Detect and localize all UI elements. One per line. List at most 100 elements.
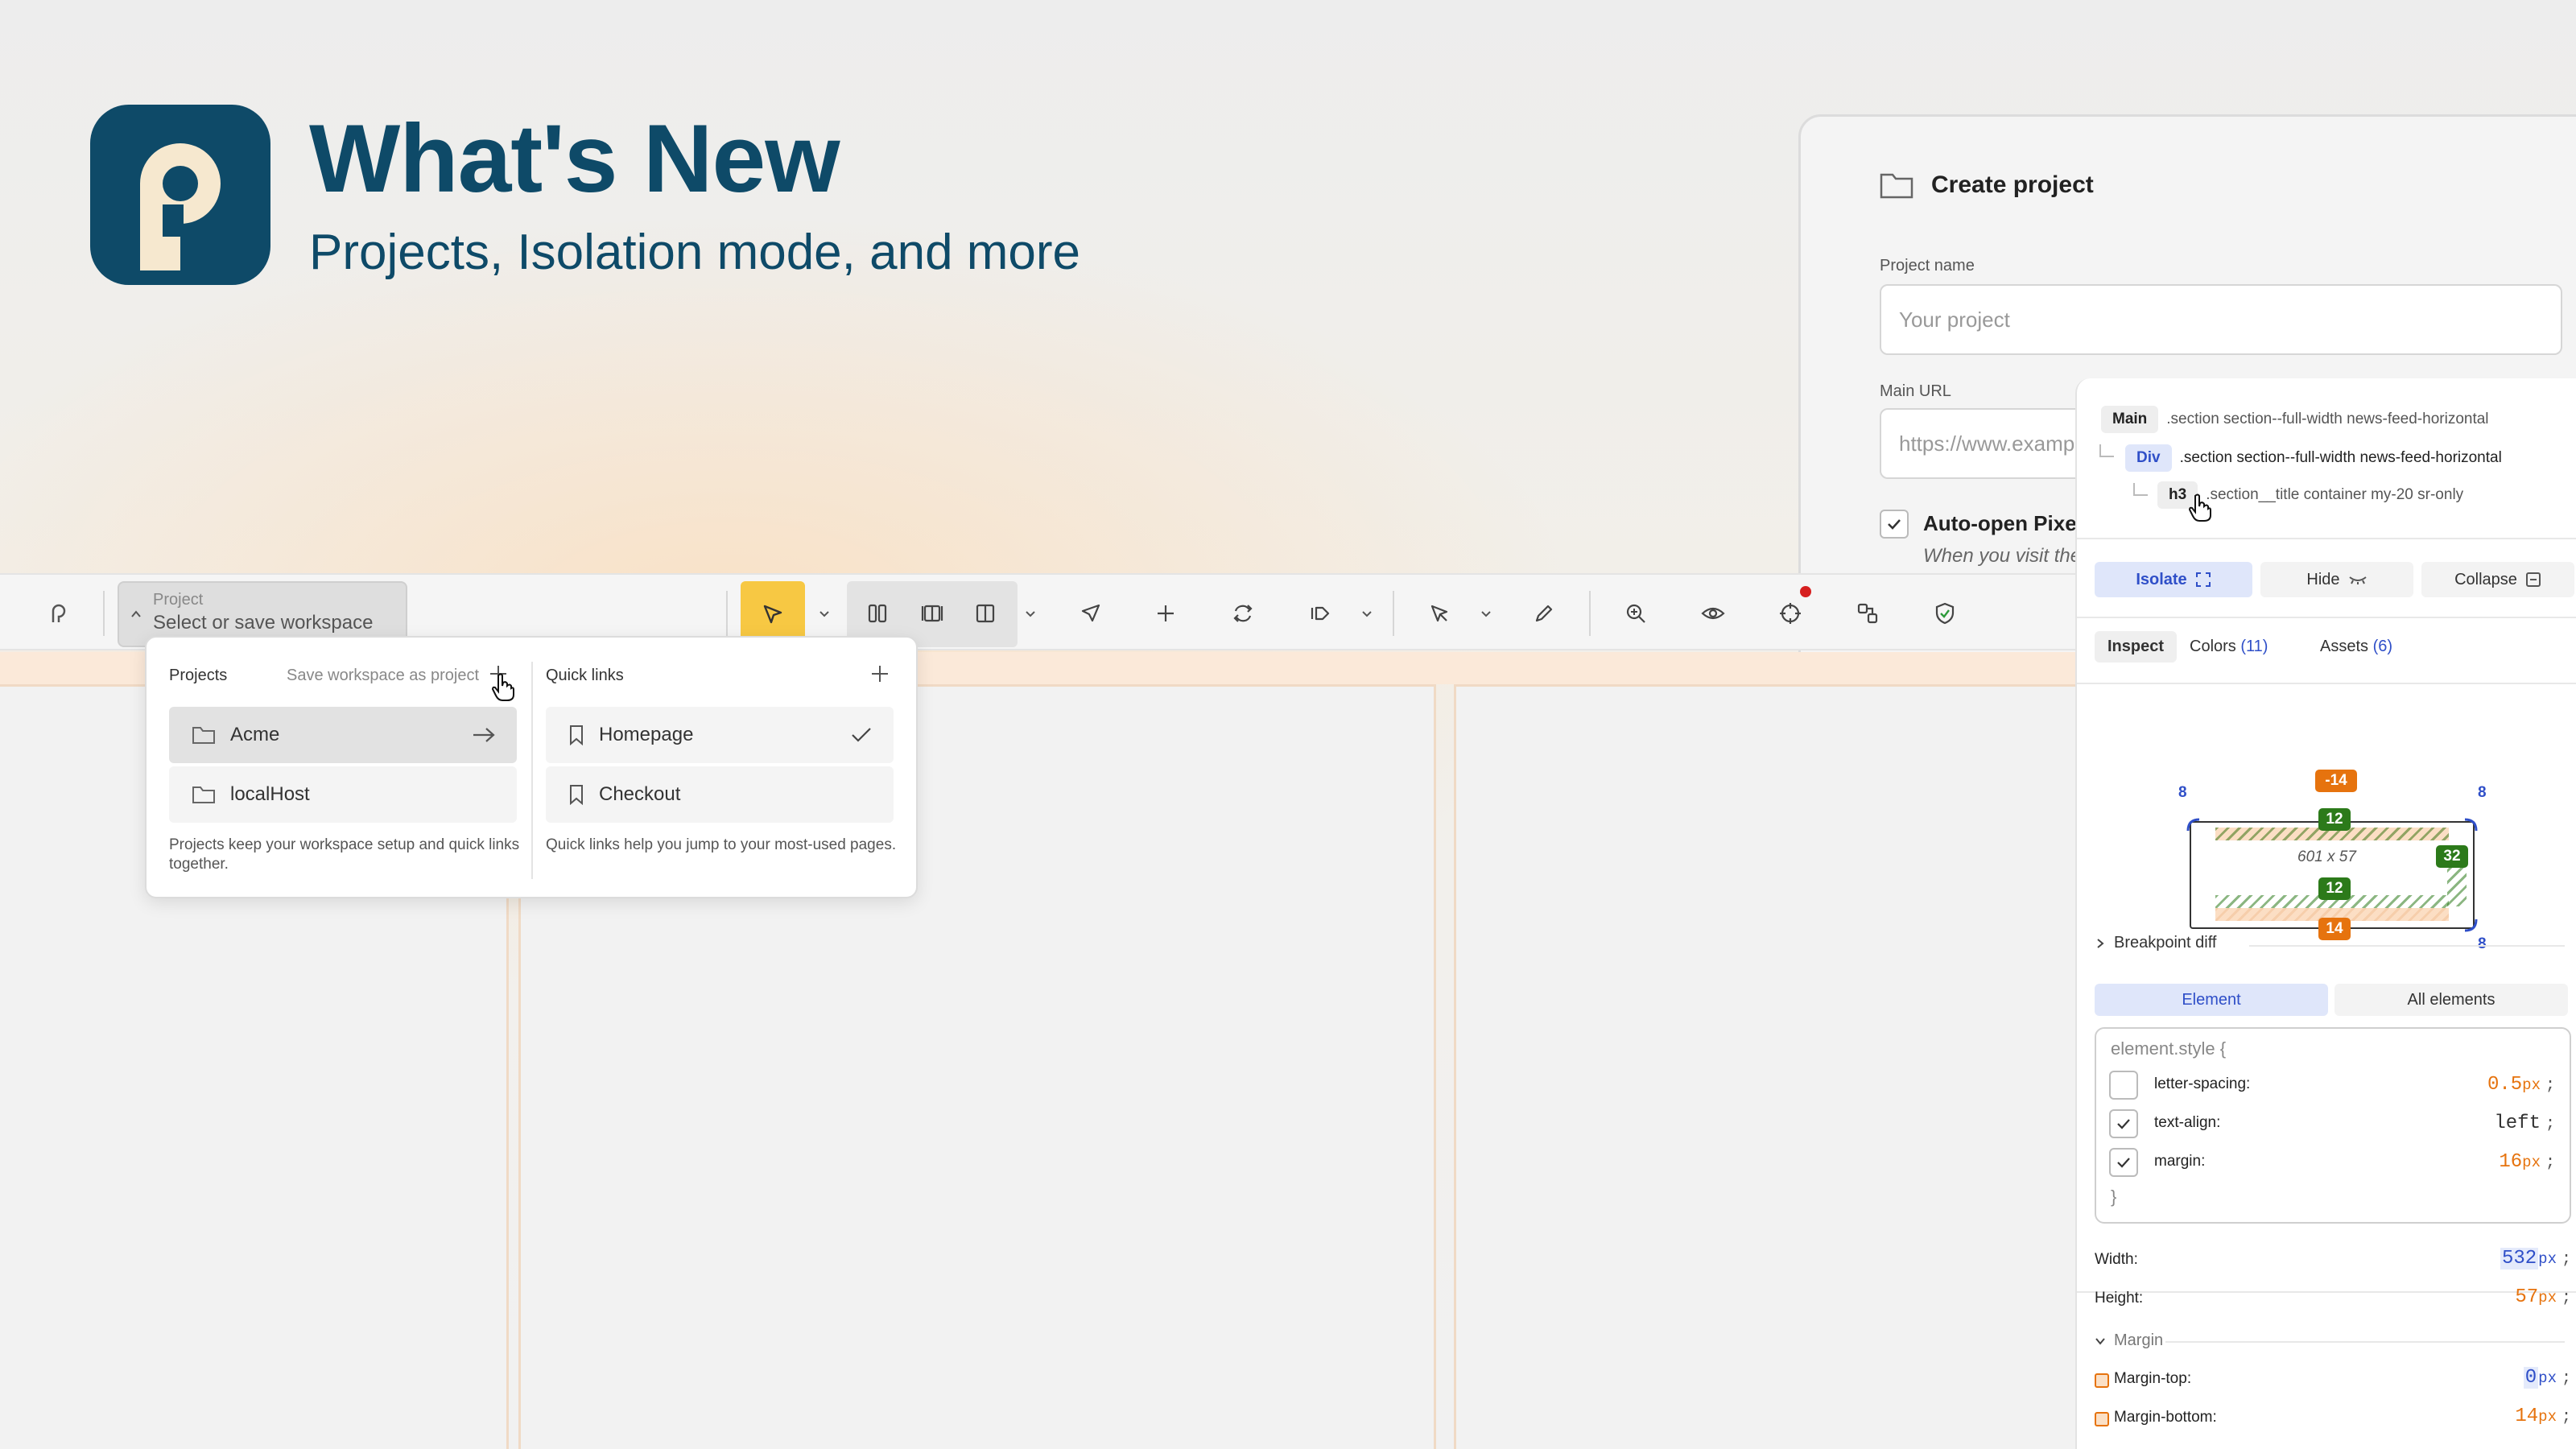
flow-icon[interactable] [1848, 594, 1887, 633]
semicolon: ; [2545, 1076, 2555, 1095]
element-actions: Isolate Hide Collapse [2095, 562, 2574, 597]
breakpoint-diff-label: Breakpoint diff [2114, 934, 2217, 952]
project-item-acme[interactable]: Acme [169, 707, 517, 763]
style-value-num: left [2494, 1113, 2541, 1134]
style-value[interactable]: 0.5px; [2487, 1074, 2555, 1096]
folder-icon [192, 786, 215, 803]
width-value[interactable]: 532 px; [2500, 1248, 2571, 1269]
target-icon[interactable] [1771, 594, 1810, 633]
margin-section-label: Margin [2114, 1331, 2164, 1349]
auto-open-hint: When you visit the [1923, 545, 2082, 567]
columns-icon[interactable] [858, 594, 897, 633]
toolbar-separator [726, 591, 728, 636]
breadcrumb-main[interactable]: Main .section section--full-width news-f… [2101, 406, 2489, 433]
create-project-title: Create project [1931, 171, 2094, 198]
pencil-icon[interactable] [1525, 594, 1563, 633]
split-v-icon[interactable] [913, 594, 952, 633]
project-item-localhost[interactable]: localHost [169, 766, 517, 823]
folder-icon [1880, 173, 1913, 199]
save-workspace-link[interactable]: Save workspace as project [287, 667, 479, 685]
height-label: Height: [2095, 1290, 2144, 1307]
margin-top-value[interactable]: 0 px; [2523, 1367, 2571, 1389]
semicolon: ; [2561, 1408, 2571, 1426]
breadcrumb-class: .section section--full-width news-feed-h… [2166, 411, 2489, 427]
style-value-unit: px [2522, 1154, 2541, 1171]
width-label: Width: [2095, 1251, 2138, 1268]
isolate-button[interactable]: Isolate [2095, 562, 2252, 597]
project-name-label: Project name [1880, 257, 1975, 275]
style-close: } [2111, 1187, 2117, 1207]
style-toggle-checkbox[interactable] [2109, 1071, 2138, 1100]
margin-bottom-value[interactable]: 14px; [2515, 1406, 2571, 1427]
split-h-icon[interactable] [966, 594, 1005, 633]
margin-top-unit: px [2538, 1369, 2557, 1387]
pointer-icon[interactable] [1071, 594, 1109, 633]
chevron-down-icon[interactable] [1011, 594, 1050, 633]
forward-icon[interactable] [1301, 594, 1340, 633]
main-url-label: Main URL [1880, 382, 1951, 400]
auto-open-checkbox[interactable] [1880, 510, 1909, 539]
chevron-up-icon [131, 610, 141, 617]
sync-icon[interactable] [1224, 594, 1262, 633]
shield-check-icon[interactable] [1926, 594, 1964, 633]
style-prop: letter-spacing: [2154, 1075, 2251, 1092]
tree-connector [2133, 483, 2148, 496]
project-select-value: Select or save workspace [153, 612, 374, 634]
chevron-down-icon[interactable] [1348, 594, 1386, 633]
style-value[interactable]: 16px; [2499, 1151, 2555, 1173]
semicolon: ; [2545, 1115, 2555, 1133]
divider [2077, 617, 2576, 618]
style-value[interactable]: left; [2494, 1113, 2555, 1134]
semicolon: ; [2545, 1154, 2555, 1172]
margin-top-badge: -14 [2315, 770, 2357, 792]
projects-note: Projects keep your workspace setup and q… [169, 836, 520, 873]
box-dimensions: 601 x 57 [2297, 848, 2356, 865]
project-name: localHost [230, 783, 310, 805]
segment-all-elements[interactable]: All elements [2334, 984, 2568, 1016]
element-select-icon[interactable] [1420, 594, 1459, 633]
plus-icon[interactable] [1146, 594, 1185, 633]
divider [2249, 945, 2565, 947]
pixefy-icon[interactable] [39, 594, 77, 633]
corner-radius-tl: 8 [2178, 784, 2187, 801]
breadcrumb-tag: Main [2101, 406, 2159, 433]
quick-link-homepage[interactable]: Homepage [546, 707, 894, 763]
breadcrumb-class: .section section--full-width news-feed-h… [2179, 449, 2502, 466]
style-toggle-checkbox[interactable] [2109, 1148, 2138, 1177]
collapse-button[interactable]: Collapse [2421, 562, 2574, 597]
width-unit: px [2538, 1250, 2557, 1268]
breadcrumb-div[interactable]: Div .section section--full-width news-fe… [2125, 444, 2502, 472]
check-icon [1888, 519, 1901, 530]
divider [2165, 1341, 2565, 1343]
hide-label: Hide [2306, 570, 2340, 588]
tab-colors[interactable]: Colors (11) [2177, 631, 2281, 663]
folder-icon [192, 727, 215, 744]
margin-top-num: 0 [2523, 1367, 2539, 1389]
chevron-down-icon [2095, 1337, 2105, 1345]
style-value-num: 16 [2499, 1151, 2523, 1173]
project-dropdown: Projects Save workspace as project Acme … [145, 636, 918, 898]
quick-link-checkout[interactable]: Checkout [546, 766, 894, 823]
add-quick-link-plus-icon[interactable] [866, 660, 894, 687]
corner-radius-br: 8 [2478, 935, 2487, 952]
breakpoint-diff-toggle[interactable]: Breakpoint diff [2095, 934, 2217, 952]
element-style-block: element.style { letter-spacing: 0.5px; t… [2095, 1027, 2571, 1224]
margin-section-toggle[interactable]: Margin [2095, 1331, 2163, 1350]
padding-bottom-badge: 12 [2318, 877, 2351, 900]
project-name: Acme [230, 724, 280, 745]
eye-icon[interactable] [1694, 594, 1732, 633]
hide-button[interactable]: Hide [2260, 562, 2413, 597]
project-name-input[interactable]: Your project [1880, 284, 2562, 355]
segment-element[interactable]: Element [2095, 984, 2328, 1016]
zoom-in-icon[interactable] [1616, 594, 1655, 633]
margin-bottom-badge: 14 [2318, 918, 2351, 940]
height-value[interactable]: 57px; [2515, 1286, 2571, 1308]
notification-dot [1800, 586, 1811, 597]
tab-inspect[interactable]: Inspect [2095, 631, 2178, 663]
tab-assets[interactable]: Assets (6) [2307, 631, 2405, 663]
chevron-down-icon[interactable] [805, 594, 844, 633]
arrow-right-icon [473, 728, 495, 742]
chevron-down-icon[interactable] [1467, 594, 1505, 633]
style-toggle-checkbox[interactable] [2109, 1109, 2138, 1138]
select-cursor-icon [763, 605, 782, 624]
